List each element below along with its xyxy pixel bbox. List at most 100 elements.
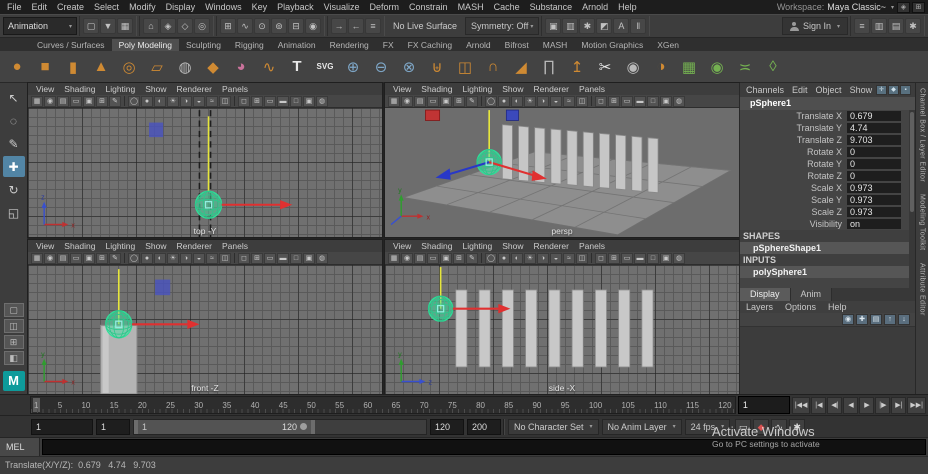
channel-settings-icon[interactable]: ▪ — [900, 85, 912, 95]
two-pane-layout[interactable]: ◫ — [3, 319, 24, 333]
four-pane-layout[interactable]: ⊞ — [3, 335, 24, 349]
type-tool-icon[interactable]: T — [284, 54, 310, 80]
shelf-tab-curves-surfaces[interactable]: Curves / Surfaces — [30, 39, 112, 51]
svg-tool-icon[interactable]: SVG — [312, 54, 338, 80]
channel-menu-edit[interactable]: Edit — [788, 85, 812, 95]
shadows-icon[interactable]: ◑ — [537, 252, 549, 264]
use-all-lights-icon[interactable]: ☀ — [524, 252, 536, 264]
viewport-menu-renderer[interactable]: Renderer — [529, 84, 574, 94]
workspace-lock-icon[interactable]: ◈ — [897, 1, 910, 13]
menu-display[interactable]: Display — [161, 2, 201, 12]
snap-to-view-plane-icon[interactable]: ⊟ — [288, 18, 304, 34]
single-pane-layout[interactable]: ▢ — [3, 303, 24, 317]
viewport-top-canvas[interactable]: x z top -Y — [28, 108, 382, 237]
select-tool[interactable]: ↖ — [3, 87, 25, 108]
bookmark-icon[interactable]: ▭ — [70, 252, 82, 264]
toggle-layer-visibility-icon[interactable]: ◉ — [842, 314, 854, 325]
bevel-icon[interactable]: ◢ — [508, 54, 534, 80]
2d-pan-zoom-icon[interactable]: ⊞ — [96, 252, 108, 264]
workspace-layout-icon[interactable]: ⊞ — [912, 1, 925, 13]
mel-input[interactable] — [42, 439, 926, 455]
viewport-menu-view[interactable]: View — [31, 84, 59, 94]
add-layer-from-selected-icon[interactable]: ▤ — [870, 314, 882, 325]
hypershade-icon[interactable]: ◩ — [596, 18, 613, 34]
shelf-tab-fx[interactable]: FX — [376, 39, 401, 51]
viewport-front[interactable]: View Shading Lighting Show Renderer Panels ▦ ◉… — [27, 239, 383, 395]
shadows-icon[interactable]: ◑ — [537, 95, 549, 107]
attribute-editor-toggle-icon[interactable]: ▤ — [888, 18, 904, 34]
go-to-start-button[interactable]: |◀◀ — [791, 396, 811, 414]
resolution-gate-icon[interactable]: ▭ — [264, 95, 276, 107]
image-plane-icon[interactable]: ▣ — [83, 95, 95, 107]
add-empty-layer-icon[interactable]: ✚ — [856, 314, 868, 325]
field-chart-icon[interactable]: ⊞ — [251, 252, 263, 264]
highlight-selection-icon[interactable]: ◎ — [194, 18, 210, 34]
mirror-icon[interactable]: ◑ — [648, 54, 674, 80]
viewport-menu-lighting[interactable]: Lighting — [457, 84, 497, 94]
outliner-toggle-icon[interactable]: ≡ — [854, 18, 870, 34]
boolean-union-icon[interactable]: ⊕ — [340, 54, 366, 80]
move-layer-down-icon[interactable]: ↓ — [898, 314, 910, 325]
range-slider-bar[interactable]: 1 120 — [134, 419, 316, 434]
viewport-menu-panels[interactable]: Panels — [574, 84, 610, 94]
output-connections-icon[interactable]: ← — [348, 18, 364, 34]
channel-value-field[interactable]: 0 — [847, 171, 901, 181]
viewport-menu-shading[interactable]: Shading — [59, 241, 100, 251]
save-scene-icon[interactable]: ▦ — [117, 18, 133, 34]
viewport-menu-show[interactable]: Show — [140, 241, 171, 251]
channel-value-field[interactable]: 4.74 — [847, 123, 901, 133]
select-camera-icon[interactable]: ▦ — [388, 95, 400, 107]
viewport-menu-panels[interactable]: Panels — [574, 241, 610, 251]
viewport-menu-renderer[interactable]: Renderer — [529, 241, 574, 251]
viewport-menu-lighting[interactable]: Lighting — [457, 241, 497, 251]
menu-windows[interactable]: Windows — [200, 2, 247, 12]
poly-torus-icon[interactable]: ◎ — [116, 54, 142, 80]
safe-title-icon[interactable]: ▣ — [303, 252, 315, 264]
animation-preferences-icon[interactable]: ✱ — [789, 418, 806, 435]
isolate-select-icon[interactable]: ◻ — [595, 95, 607, 107]
render-settings-icon[interactable]: ✱ — [579, 18, 596, 34]
select-by-hierarchy-icon[interactable]: ⌂ — [143, 18, 159, 34]
shelf-tab-poly-modeling[interactable]: Poly Modeling — [111, 39, 179, 51]
viewport-menu-panels[interactable]: Panels — [217, 241, 253, 251]
wireframe-icon[interactable]: ◯ — [485, 95, 497, 107]
2d-pan-zoom-icon[interactable]: ⊞ — [96, 95, 108, 107]
safe-action-icon[interactable]: □ — [647, 95, 659, 107]
move-manipulator-x-axis[interactable] — [131, 319, 200, 329]
snap-to-projected-center-icon[interactable]: ⊚ — [271, 18, 287, 34]
viewport-menu-renderer[interactable]: Renderer — [172, 241, 217, 251]
dock-tab-attribute-editor[interactable]: Attribute Editor — [919, 263, 926, 316]
bookmark-icon[interactable]: ▭ — [427, 252, 439, 264]
layer-tab-display[interactable]: Display — [740, 288, 791, 301]
shape-node-name[interactable]: pSphereShape1 — [740, 242, 915, 254]
scrollbar-thumb[interactable] — [910, 112, 914, 212]
isolate-select-icon[interactable]: ◻ — [595, 252, 607, 264]
channel-value-field[interactable]: 0.973 — [847, 195, 901, 205]
step-forward-key-button[interactable]: ▶| — [891, 396, 907, 414]
play-forward-button[interactable]: ▶ — [859, 396, 875, 414]
textured-icon[interactable]: ◐ — [154, 252, 166, 264]
boolean-difference-icon[interactable]: ⊖ — [368, 54, 394, 80]
current-frame-field[interactable]: 1 — [737, 396, 790, 414]
camera-attributes-icon[interactable]: ▤ — [57, 95, 69, 107]
range-slider[interactable]: 1 120 — [133, 418, 427, 435]
viewport-persp[interactable]: View Shading Lighting Show Renderer Panels ▦ ◉… — [384, 82, 740, 238]
select-by-object-icon[interactable]: ◈ — [160, 18, 176, 34]
image-plane-icon[interactable]: ▣ — [440, 252, 452, 264]
pause-viewport-icon[interactable]: ‖ — [630, 18, 647, 34]
channel-value-field[interactable]: 0.973 — [847, 207, 901, 217]
menu-modify[interactable]: Modify — [124, 2, 161, 12]
menu-key[interactable]: Key — [247, 2, 273, 12]
viewport-menu-show[interactable]: Show — [140, 84, 171, 94]
poly-platonic-icon[interactable]: ◆ — [200, 54, 226, 80]
gate-mask-icon[interactable]: ▬ — [634, 252, 646, 264]
stair-boxes[interactable] — [455, 289, 654, 368]
character-set-dropdown[interactable]: No Character Set ▾ — [508, 418, 599, 435]
combine-icon[interactable]: ⊎ — [424, 54, 450, 80]
viewport-menu-shading[interactable]: Shading — [416, 84, 457, 94]
sign-in-button[interactable]: Sign In ▾ — [781, 17, 848, 35]
viewport-front-canvas[interactable]: x y front -Z — [28, 265, 382, 394]
lock-camera-icon[interactable]: ◉ — [401, 252, 413, 264]
menu-mash[interactable]: MASH — [453, 2, 489, 12]
use-all-lights-icon[interactable]: ☀ — [524, 95, 536, 107]
